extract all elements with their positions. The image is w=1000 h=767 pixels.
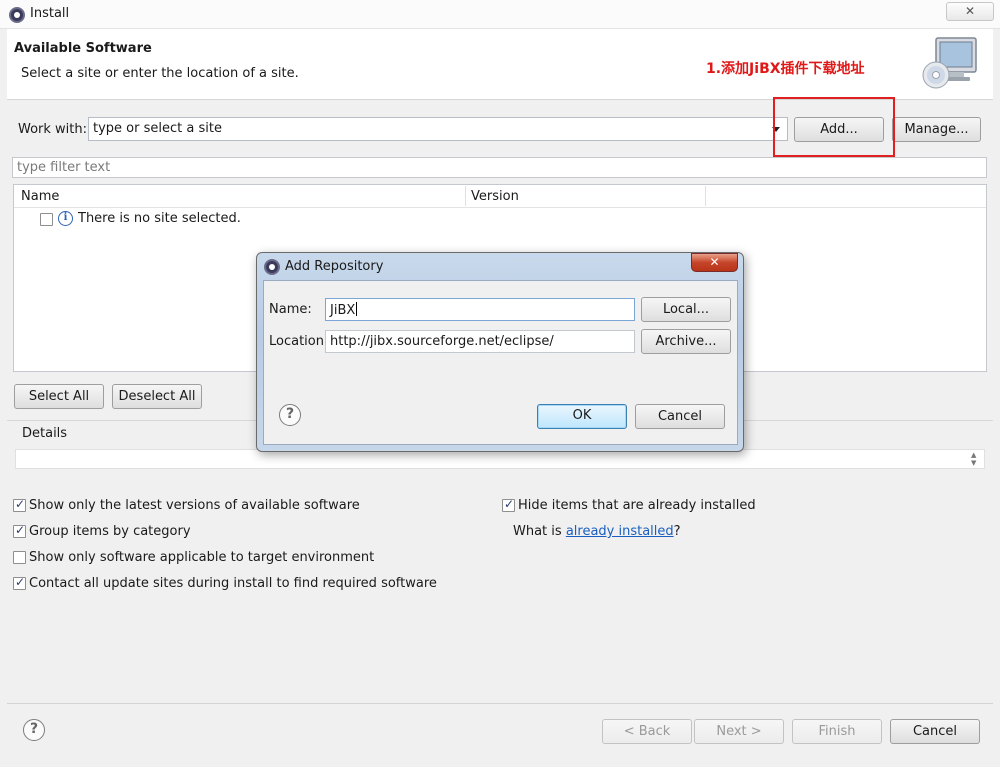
group-by-category-label: Group items by category xyxy=(29,524,191,539)
details-text-area[interactable] xyxy=(15,449,985,469)
latest-versions-label: Show only the latest versions of availab… xyxy=(29,498,360,513)
what-is-prefix: What is xyxy=(513,524,566,539)
group-by-category-checkbox[interactable] xyxy=(13,523,26,538)
applicable-only-label: Show only software applicable to target … xyxy=(29,550,375,565)
local-button[interactable]: Local... xyxy=(641,297,731,322)
hide-installed-label: Hide items that are already installed xyxy=(518,498,756,513)
column-divider[interactable] xyxy=(465,186,466,206)
work-with-combo[interactable]: type or select a site xyxy=(88,117,788,141)
window-title: Install xyxy=(30,6,70,21)
next-button[interactable]: Next > xyxy=(694,719,784,744)
work-with-label: Work with: xyxy=(18,122,88,137)
contact-sites-checkbox[interactable] xyxy=(13,575,26,590)
select-all-button[interactable]: Select All xyxy=(14,384,104,409)
footer-divider xyxy=(7,703,993,704)
repo-location-label: Location: xyxy=(269,334,329,349)
monitor-cd-icon xyxy=(922,37,977,89)
page-title: Available Software xyxy=(14,41,152,56)
column-header-version[interactable]: Version xyxy=(471,189,519,204)
scroll-arrows-icon[interactable]: ▲ ▼ xyxy=(971,451,976,467)
tree-row-label: There is no site selected. xyxy=(78,211,241,226)
help-icon[interactable]: ? xyxy=(279,404,301,426)
cancel-button[interactable]: Cancel xyxy=(890,719,980,744)
annotation-highlight-box xyxy=(773,97,895,157)
finish-button[interactable]: Finish xyxy=(792,719,882,744)
archive-button[interactable]: Archive... xyxy=(641,329,731,354)
window-titlebar xyxy=(0,0,1000,29)
text-caret xyxy=(356,302,358,316)
already-installed-link[interactable]: already installed xyxy=(566,524,674,539)
column-divider[interactable] xyxy=(705,186,706,206)
applicable-only-checkbox[interactable] xyxy=(13,551,26,564)
details-label: Details xyxy=(22,426,68,441)
column-header-name[interactable]: Name xyxy=(21,189,59,204)
repo-location-input[interactable]: http://jibx.sourceforge.net/eclipse/ xyxy=(325,330,635,353)
hide-installed-checkbox[interactable] xyxy=(502,497,515,512)
repo-name-value: JiBX xyxy=(330,303,356,318)
repo-name-input[interactable]: JiBX xyxy=(325,298,635,321)
info-icon: i xyxy=(58,211,73,226)
tree-row-checkbox[interactable] xyxy=(40,213,53,226)
window-close-button[interactable]: ✕ xyxy=(946,2,994,21)
help-icon[interactable]: ? xyxy=(23,719,45,741)
latest-versions-checkbox[interactable] xyxy=(13,497,26,512)
page-subtitle: Select a site or enter the location of a… xyxy=(21,66,299,81)
ok-button[interactable]: OK xyxy=(537,404,627,429)
what-is-suffix: ? xyxy=(673,524,681,539)
contact-sites-label: Contact all update sites during install … xyxy=(29,576,437,591)
deselect-all-button[interactable]: Deselect All xyxy=(112,384,202,409)
dialog-cancel-button[interactable]: Cancel xyxy=(635,404,725,429)
back-button[interactable]: < Back xyxy=(602,719,692,744)
eclipse-icon xyxy=(9,7,25,23)
dialog-close-button[interactable]: ✕ xyxy=(691,253,738,272)
repo-name-label: Name: xyxy=(269,302,312,317)
annotation-note: 1.添加JiBX插件下载地址 xyxy=(706,61,865,77)
filter-input[interactable]: type filter text xyxy=(12,157,987,178)
dialog-title: Add Repository xyxy=(285,259,384,274)
what-is-installed-text: What is already installed? xyxy=(513,524,681,539)
eclipse-icon xyxy=(264,259,280,275)
manage-sites-button[interactable]: Manage... xyxy=(892,117,981,142)
